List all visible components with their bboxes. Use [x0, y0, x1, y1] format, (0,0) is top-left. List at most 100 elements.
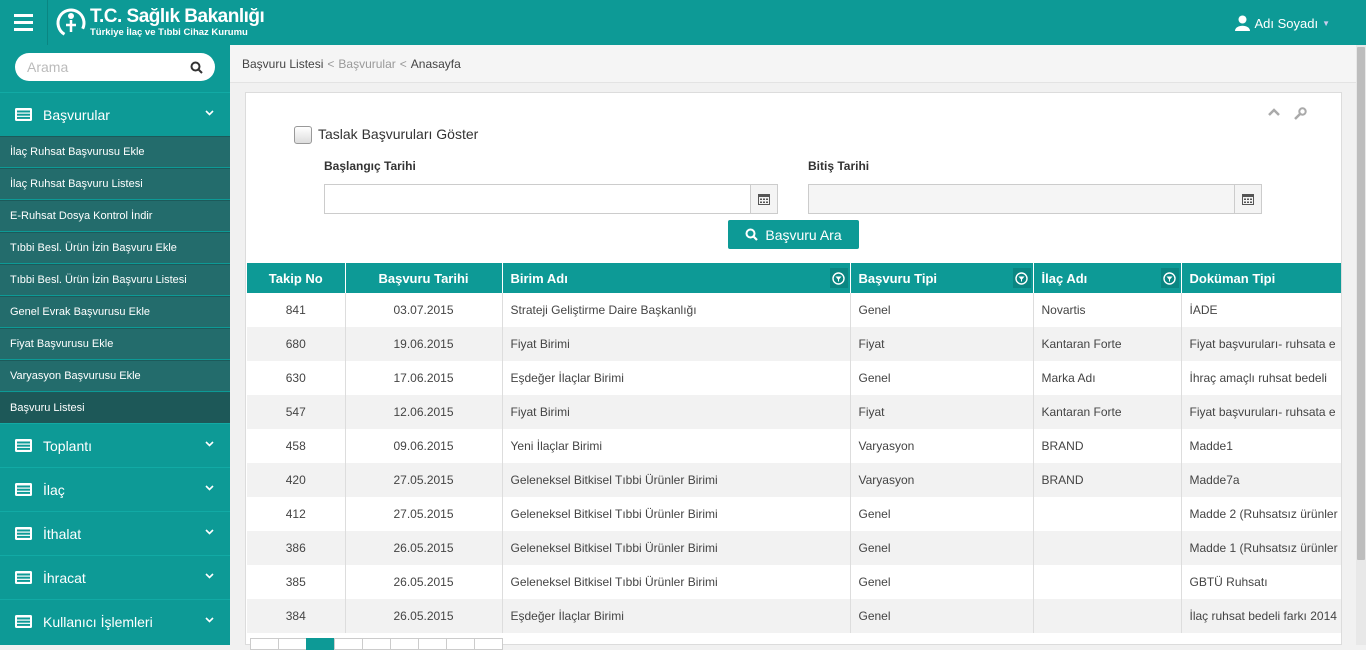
menu-kullanici-islemleri[interactable]: Kullanıcı İşlemleri [0, 599, 230, 643]
sidebar-item-tibbi-besl-ekle[interactable]: Tıbbi Besl. Ürün İzin Başvuru Ekle [0, 232, 230, 263]
breadcrumb-separator: < [327, 56, 335, 71]
list-icon [15, 108, 32, 121]
page-button[interactable] [418, 638, 447, 650]
end-date-input[interactable] [808, 184, 1235, 214]
filter-icon[interactable] [1160, 268, 1179, 288]
page-button-active[interactable] [306, 638, 335, 650]
search-applications-button[interactable]: Başvuru Ara [728, 220, 859, 249]
cell-birim-adi: Fiyat Birimi [502, 395, 851, 429]
cell-takip-no: 420 [247, 463, 346, 497]
page-button[interactable] [362, 638, 391, 650]
table-row[interactable]: 458 09.06.2015 Yeni İlaçlar Birimi Varyasyo… [247, 429, 1341, 463]
sidebar-item-tibbi-besl-liste[interactable]: Tıbbi Besl. Ürün İzin Başvuru Listesi [0, 264, 230, 295]
user-menu[interactable]: Adı Soyadı ▼ [1235, 15, 1330, 31]
sidebar-item-varyasyon-ekle[interactable]: Varyasyon Başvurusu Ekle [0, 360, 230, 391]
brand-title: T.C. Sağlık Bakanlığı [90, 6, 265, 27]
breadcrumb-parent[interactable]: Başvurular [338, 57, 395, 71]
chevron-down-icon [205, 441, 214, 447]
menu-toggle-button[interactable] [0, 0, 48, 45]
sidebar-item-eruhsat-indir[interactable]: E-Ruhsat Dosya Kontrol İndir [0, 200, 230, 231]
menu-label: Başvurular [43, 106, 110, 123]
sidebar-item-ilac-ruhsat-liste[interactable]: İlaç Ruhsat Başvuru Listesi [0, 168, 230, 199]
cell-basvuru-tarihi: 09.06.2015 [345, 429, 503, 463]
cell-basvuru-tarihi: 26.05.2015 [345, 565, 503, 599]
col-header-basvuru-tarihi[interactable]: Başvuru Tarihi [345, 263, 503, 293]
menu-ithalat[interactable]: İthalat [0, 511, 230, 555]
col-header-dokuman-tipi[interactable]: Doküman Tipi [1181, 263, 1341, 293]
col-header-ilac-adi[interactable]: İlaç Adı [1033, 263, 1182, 293]
cell-takip-no: 386 [247, 531, 346, 565]
search-button-label: Başvuru Ara [765, 226, 842, 243]
cell-basvuru-tipi: Genel [850, 565, 1034, 599]
user-icon [1235, 15, 1251, 31]
draft-checkbox[interactable] [294, 126, 312, 144]
sidebar-item-fiyat-ekle[interactable]: Fiyat Başvurusu Ekle [0, 328, 230, 359]
cell-basvuru-tipi: Genel [850, 599, 1034, 633]
col-header-takip-no[interactable]: Takip No [247, 263, 346, 293]
wrench-icon[interactable] [1293, 107, 1307, 121]
cell-birim-adi: Eşdeğer İlaçlar Birimi [502, 599, 851, 633]
cell-takip-no: 458 [247, 429, 346, 463]
cell-basvuru-tarihi: 12.06.2015 [345, 395, 503, 429]
col-header-label: Birim Adı [510, 270, 568, 286]
cell-birim-adi: Yeni İlaçlar Birimi [502, 429, 851, 463]
table-row[interactable]: 386 26.05.2015 Geleneksel Bitkisel Tıbbi Ü… [247, 531, 1341, 565]
menu-ilac[interactable]: İlaç [0, 467, 230, 511]
breadcrumb-root[interactable]: Anasayfa [411, 57, 461, 71]
menu-ihracat[interactable]: İhracat [0, 555, 230, 599]
cell-basvuru-tipi: Genel [850, 531, 1034, 565]
collapse-chevron-up-icon[interactable] [1267, 107, 1281, 117]
list-icon [15, 571, 32, 584]
caret-down-icon: ▼ [1322, 18, 1330, 28]
sidebar-item-ilac-ruhsat-ekle[interactable]: İlaç Ruhsat Başvurusu Ekle [0, 136, 230, 167]
search-input[interactable] [27, 57, 187, 77]
sidebar-item-genel-evrak-ekle[interactable]: Genel Evrak Başvurusu Ekle [0, 296, 230, 327]
list-icon [15, 527, 32, 540]
list-icon [15, 483, 32, 496]
page-button[interactable] [390, 638, 419, 650]
table-row[interactable]: 412 27.05.2015 Geleneksel Bitkisel Tıbbi Ü… [247, 497, 1341, 531]
scrollbar-thumb[interactable] [1357, 47, 1365, 560]
start-date-input[interactable] [324, 184, 751, 214]
chevron-down-icon [205, 573, 214, 579]
cell-ilac-adi [1033, 599, 1182, 633]
table-row[interactable]: 547 12.06.2015 Fiyat Birimi Fiyat Kantaran F… [247, 395, 1341, 429]
cell-basvuru-tipi: Fiyat [850, 327, 1034, 361]
cell-birim-adi: Strateji Geliştirme Daire Başkanlığı [502, 293, 851, 327]
chevron-down-icon [205, 110, 214, 116]
table-row[interactable]: 385 26.05.2015 Geleneksel Bitkisel Tıbbi Ü… [247, 565, 1341, 599]
cell-dokuman-tipi: İlaç ruhsat bedeli farkı 2014 [1181, 599, 1341, 633]
pagination [250, 638, 503, 650]
search-icon [745, 228, 759, 241]
table-row[interactable]: 420 27.05.2015 Geleneksel Bitkisel Tıbbi Ü… [247, 463, 1341, 497]
page-button[interactable] [334, 638, 363, 650]
start-date-picker-button[interactable] [750, 184, 778, 214]
table-row[interactable]: 630 17.06.2015 Eşdeğer İlaçlar Birimi Genel… [247, 361, 1341, 395]
col-header-birim-adi[interactable]: Birim Adı [502, 263, 851, 293]
user-name: Adı Soyadı [1254, 15, 1319, 31]
search-icon[interactable] [190, 61, 203, 74]
cell-dokuman-tipi: Madde 1 (Ruhsatsız ürünler [1181, 531, 1341, 565]
page-button[interactable] [278, 638, 307, 650]
col-header-basvuru-tipi[interactable]: Başvuru Tipi [850, 263, 1034, 293]
menu-basvurular[interactable]: Başvurular [0, 92, 230, 136]
page-button[interactable] [474, 638, 503, 650]
end-date-picker-button[interactable] [1234, 184, 1262, 214]
menu-toplanti[interactable]: Toplantı [0, 423, 230, 467]
table-row[interactable]: 841 03.07.2015 Strateji Geliştirme Daire B… [247, 293, 1341, 327]
page-button[interactable] [250, 638, 279, 650]
col-header-label: Başvuru Tipi [858, 270, 938, 286]
table-row[interactable]: 384 26.05.2015 Eşdeğer İlaçlar Birimi Genel… [247, 599, 1341, 633]
filter-icon[interactable] [1012, 268, 1031, 288]
table-row[interactable]: 680 19.06.2015 Fiyat Birimi Fiyat Kantaran F… [247, 327, 1341, 361]
filter-icon[interactable] [829, 268, 848, 288]
cell-basvuru-tipi: Genel [850, 361, 1034, 395]
calendar-icon [758, 194, 770, 205]
sidebar-search [15, 53, 215, 81]
page-button[interactable] [446, 638, 475, 650]
draft-checkbox-label[interactable]: Taslak Başvuruları Göster [318, 126, 478, 142]
cell-dokuman-tipi: Madde1 [1181, 429, 1341, 463]
sidebar-item-basvuru-listesi[interactable]: Başvuru Listesi [0, 392, 230, 423]
sidebar: Başvurular İlaç Ruhsat Başvurusu Ekle İl… [0, 45, 230, 645]
top-navbar: T.C. Sağlık Bakanlığı Türkiye İlaç ve Tı… [0, 0, 1366, 45]
